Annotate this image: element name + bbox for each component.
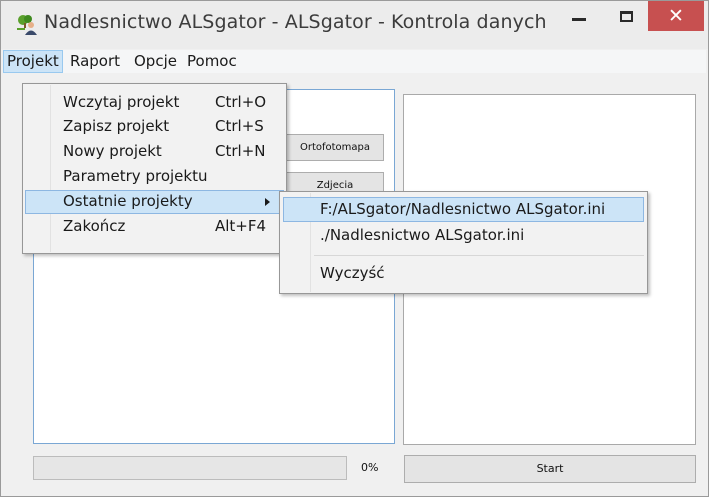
menu-item-label: Wyczyść	[320, 264, 385, 282]
menu-item-label: ./Nadlesnictwo ALSgator.ini	[320, 226, 525, 244]
menu-item-nowy-projekt[interactable]: Nowy projekt Ctrl+N	[25, 140, 284, 164]
menu-raport[interactable]: Raport	[67, 50, 123, 73]
progress-percent: 0%	[361, 461, 379, 474]
menu-item-label: Zakończ	[63, 217, 126, 235]
window-title: Nadlesnictwo ALSgator - ALSgator - Kontr…	[44, 11, 547, 33]
recent-project-1[interactable]: F:/ALSgator/Nadlesnictwo ALSgator.ini	[283, 197, 644, 222]
menu-bar: Projekt Raport Opcje Pomoc	[3, 50, 706, 73]
menu-pomoc[interactable]: Pomoc	[184, 50, 240, 73]
menu-item-label: F:/ALSgator/Nadlesnictwo ALSgator.ini	[320, 200, 606, 218]
projekt-dropdown-menu: Wczytaj projekt Ctrl+O Zapisz projekt Ct…	[22, 83, 287, 254]
main-window: Nadlesnictwo ALSgator - ALSgator - Kontr…	[0, 0, 709, 497]
recent-project-2[interactable]: ./Nadlesnictwo ALSgator.ini	[283, 223, 644, 248]
menu-item-zakoncz[interactable]: Zakończ Alt+F4	[25, 215, 284, 239]
menu-item-shortcut: Ctrl+O	[215, 93, 267, 111]
menu-separator	[314, 255, 644, 256]
menu-opcje[interactable]: Opcje	[131, 50, 180, 73]
menu-item-wczytaj-projekt[interactable]: Wczytaj projekt Ctrl+O	[25, 91, 284, 115]
progress-bar	[33, 456, 347, 480]
menu-item-label: Wczytaj projekt	[63, 93, 180, 111]
menu-item-label: Nowy projekt	[63, 142, 162, 160]
menu-item-shortcut: Alt+F4	[215, 217, 267, 235]
menu-item-label: Zapisz projekt	[63, 117, 170, 135]
menu-item-parametry-projektu[interactable]: Parametry projektu	[25, 165, 284, 189]
menu-item-zapisz-projekt[interactable]: Zapisz projekt Ctrl+S	[25, 115, 284, 139]
menu-projekt[interactable]: Projekt	[3, 50, 63, 73]
menu-item-shortcut: Ctrl+S	[215, 117, 264, 135]
submenu-arrow-icon	[265, 198, 270, 206]
recent-projects-submenu: F:/ALSgator/Nadlesnictwo ALSgator.ini ./…	[279, 191, 648, 294]
maximize-icon	[619, 10, 633, 22]
title-bar[interactable]: Nadlesnictwo ALSgator - ALSgator - Kontr…	[1, 1, 708, 49]
menu-item-shortcut: Ctrl+N	[215, 142, 266, 160]
tree-person-icon	[17, 15, 37, 35]
close-icon: ✕	[668, 4, 684, 27]
minimize-icon	[572, 17, 586, 21]
start-button[interactable]: Start	[404, 455, 696, 483]
menu-item-label: Parametry projektu	[63, 167, 208, 185]
menu-item-ostatnie-projekty[interactable]: Ostatnie projekty	[25, 190, 284, 214]
maximize-button[interactable]	[609, 1, 643, 31]
ortofotomapa-button[interactable]: Ortofotomapa	[286, 134, 384, 161]
menu-item-label: Ostatnie projekty	[63, 192, 193, 210]
close-button[interactable]: ✕	[648, 1, 704, 31]
clear-recent-item[interactable]: Wyczyść	[283, 261, 644, 286]
minimize-button[interactable]	[561, 1, 597, 31]
